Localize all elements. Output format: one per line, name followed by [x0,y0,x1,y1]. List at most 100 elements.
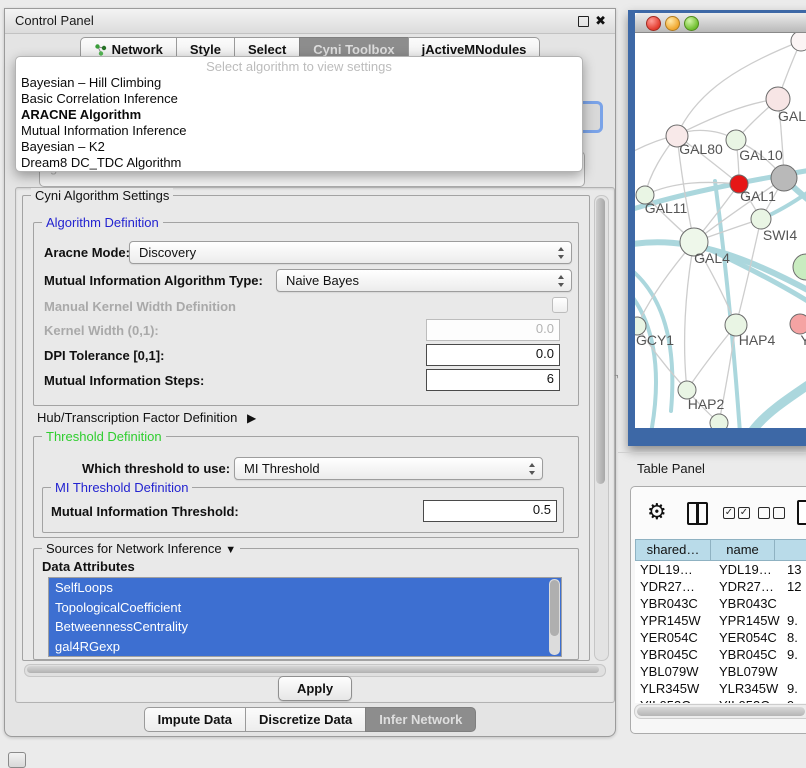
float-window-icon[interactable] [578,16,589,27]
table-cell[interactable]: 9. [782,680,806,697]
attribute-item-selected[interactable]: gal4RGexp [49,637,561,657]
settings-hscrollbar-thumb[interactable] [27,666,599,673]
settings-vscrollbar-thumb[interactable] [596,198,605,484]
unchecked-checkbox-icon[interactable] [758,507,770,519]
attributes-scrollbar-thumb[interactable] [550,580,559,636]
table-cell[interactable]: YDL19… [714,561,782,578]
table-row[interactable]: YBL079WYBL079W [635,663,806,680]
algorithm-item[interactable]: Dream8 DC_TDC Algorithm [16,155,582,171]
table-cell[interactable]: YLR345W [635,680,714,697]
network-edge-thick[interactable] [751,379,806,428]
table-cell[interactable]: 9. [782,646,806,663]
close-traffic-light-icon[interactable] [646,16,661,31]
network-edge[interactable] [687,325,736,390]
table-row[interactable]: YBR043CYBR043C [635,595,806,612]
network-node[interactable] [791,33,806,51]
table-row[interactable]: YBR045CYBR045C9. [635,646,806,663]
table-cell[interactable] [782,663,806,680]
table-cell[interactable]: YDL19… [635,561,714,578]
attribute-item-selected[interactable]: SelfLoops [49,578,561,598]
table-hscrollbar[interactable] [634,704,806,719]
cyni-algorithm-settings-group: Cyni Algorithm Settings Algorithm Defini… [22,195,590,661]
tab-impute-data[interactable]: Impute Data [144,707,246,732]
which-threshold-combo[interactable]: MI Threshold [234,457,543,480]
table-cell[interactable]: YBR045C [714,646,782,663]
aracne-mode-value: Discovery [139,245,196,260]
table-row[interactable]: YDL19…YDL19…13 [635,561,806,578]
table-cell[interactable]: YPR145W [714,612,782,629]
table-cell[interactable]: YBR045C [635,646,714,663]
algorithm-item[interactable]: Basic Correlation Inference [16,91,582,107]
table-cell[interactable]: 9. [782,612,806,629]
table-row[interactable]: YER054CYER054C8. [635,629,806,646]
data-attributes-list[interactable]: SelfLoopsTopologicalCoefficientBetweenne… [48,577,562,657]
algorithm-item[interactable]: Bayesian – K2 [16,139,582,155]
network-edge[interactable] [677,99,778,135]
sources-title[interactable]: Sources for Network Inference ▼ [42,541,240,556]
table-row[interactable]: YLR345WYLR345W9. [635,680,806,697]
apply-button[interactable]: Apply [278,676,352,701]
tab-discretize-data[interactable]: Discretize Data [245,707,366,732]
table-cell[interactable]: YIL053C [714,697,782,703]
minimize-traffic-light-icon[interactable] [665,16,680,31]
kernel-width-field[interactable]: 0.0 [426,319,560,341]
minimized-panel-icon[interactable] [8,752,26,768]
table-cell[interactable]: 13 [782,561,806,578]
dpi-tolerance-field[interactable]: 0.0 [426,344,560,366]
close-icon[interactable]: ✖ [595,13,606,29]
attribute-item-selected[interactable]: BetweennessCentrality [49,617,561,637]
table-cell[interactable]: YBR043C [635,595,714,612]
manual-kernel-checkbox[interactable] [552,297,568,313]
table-cell[interactable]: YER054C [714,629,782,646]
network-node-y[interactable] [790,314,806,334]
table-cell[interactable]: YBL079W [714,663,782,680]
network-node-label: GAL80 [679,141,723,157]
attribute-item-selected[interactable]: TopologicalCoefficient [49,598,561,618]
checked-checkbox-icon[interactable]: ✓ [723,507,735,519]
table-cell[interactable]: YER054C [635,629,714,646]
mi-steps-field[interactable]: 6 [426,369,560,391]
network-node[interactable] [793,254,806,280]
mi-threshold-field[interactable]: 0.5 [423,500,557,522]
network-node[interactable] [710,414,728,428]
table-cell[interactable]: YBR043C [714,595,782,612]
network-window-titlebar[interactable] [635,13,806,33]
table-cell[interactable] [782,595,806,612]
document-icon[interactable] [797,500,806,525]
mi-type-combo[interactable]: Naive Bayes [276,269,572,292]
table-cell[interactable]: YDR27… [714,578,782,595]
table-cell[interactable]: YDR27… [635,578,714,595]
network-node-swi4[interactable] [751,209,771,229]
table-cell[interactable]: YIL053C [635,697,714,703]
split-columns-icon[interactable] [687,502,708,525]
hub-definition-expander[interactable]: Hub/Transcription Factor Definition ▶ [37,410,256,425]
column-header-name[interactable]: name [711,539,775,561]
zoom-traffic-light-icon[interactable] [684,16,699,31]
checked-checkbox-icon[interactable]: ✓ [738,507,750,519]
gear-icon[interactable]: ⚙ [647,497,667,527]
table-cell[interactable]: 8. [782,629,806,646]
table-row[interactable]: YPR145WYPR145W9. [635,612,806,629]
table-row[interactable]: YIL053CYIL053C9 [635,697,806,703]
table-hscrollbar-thumb[interactable] [637,707,805,716]
unchecked-checkbox-icon[interactable] [773,507,785,519]
network-canvas[interactable]: GALGAL80GAL10GAL1GAL11SWI4GAL4GCY1HAP4YH… [635,33,806,428]
sources-title-text: Sources for Network Inference [46,541,222,556]
tab-label: Discretize Data [259,712,352,727]
table-row[interactable]: YDR27…YDR27…12 [635,578,806,595]
algorithm-item[interactable]: Mutual Information Inference [16,123,582,139]
algorithm-item[interactable]: Bayesian – Hill Climbing [16,75,582,91]
column-header-shared-name[interactable]: shared… [635,539,711,561]
aracne-mode-combo[interactable]: Discovery [129,241,572,264]
table-cell[interactable]: YBL079W [635,663,714,680]
table-cell[interactable]: 9 [782,697,806,703]
column-header[interactable] [775,539,806,561]
algorithm-item[interactable]: ARACNE Algorithm [16,107,582,123]
network-edge[interactable] [685,242,694,390]
settings-vscrollbar[interactable] [594,195,609,661]
attributes-scrollbar[interactable] [549,579,560,655]
table-cell[interactable]: 12 [782,578,806,595]
table-cell[interactable]: YPR145W [635,612,714,629]
table-cell[interactable]: YLR345W [714,680,782,697]
tab-infer-network[interactable]: Infer Network [365,707,476,732]
